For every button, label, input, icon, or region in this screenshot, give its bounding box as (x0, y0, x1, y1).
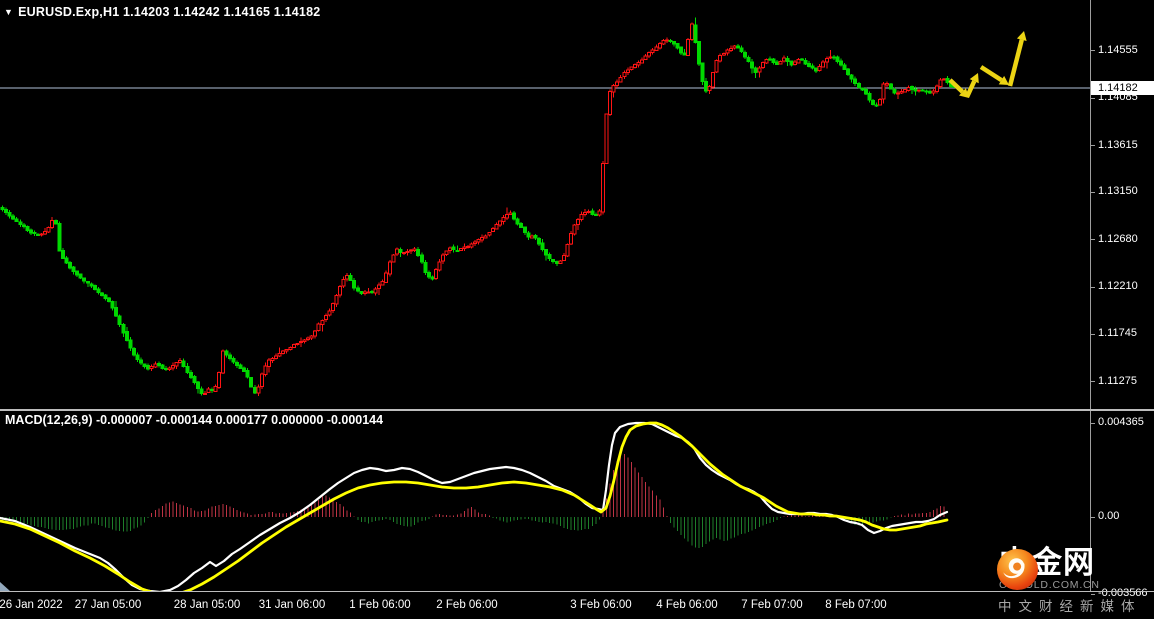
time-axis-label: 7 Feb 07:00 (741, 599, 803, 611)
price-tick-label: 1.14555 (1098, 43, 1138, 56)
price-tick-mark (1091, 98, 1095, 99)
chart-header: ▼ EURUSD.Exp,H1 1.14203 1.14242 1.14165 1… (4, 5, 320, 19)
time-axis-label: 1 Feb 06:00 (349, 599, 411, 611)
cngold-logo-icon (996, 548, 1039, 591)
price-tick-mark (1091, 50, 1095, 51)
cngold-watermark: 中金网 CNGOLD.COM.CN 中文财经新媒体 (996, 547, 1154, 614)
candlestick-chart[interactable] (0, 0, 1090, 409)
symbol-dropdown-icon[interactable]: ▼ (4, 7, 13, 17)
price-tick-mark (1091, 381, 1095, 382)
time-axis-label: 31 Jan 06:00 (258, 599, 326, 611)
axis-divider (0, 591, 1154, 592)
time-axis-label: 3 Feb 06:00 (570, 599, 632, 611)
macd-tick-label: 0.00 (1098, 510, 1120, 523)
price-tick-label: 1.11745 (1098, 327, 1137, 340)
price-tick-mark (1091, 287, 1095, 288)
symbol-timeframe-label: EURUSD.Exp,H1 (18, 5, 120, 19)
time-axis-label: 2 Feb 06:00 (436, 599, 498, 611)
price-tick-label: 1.12210 (1098, 280, 1138, 293)
price-tick-label: 1.13150 (1098, 185, 1138, 198)
price-tick-mark (1091, 239, 1095, 240)
time-axis-label: 28 Jan 05:00 (173, 599, 241, 611)
macd-tick-mark (1091, 517, 1095, 518)
macd-indicator-label: MACD(12,26,9) (5, 413, 93, 427)
time-axis-label: 4 Feb 06:00 (656, 599, 718, 611)
macd-indicator-pane[interactable] (0, 411, 1090, 591)
price-tick-mark (1091, 334, 1095, 335)
time-axis-label: 8 Feb 07:00 (825, 599, 887, 611)
trading-chart-window: ▼ EURUSD.Exp,H1 1.14203 1.14242 1.14165 1… (0, 0, 1154, 619)
price-tick-label: 1.13615 (1098, 138, 1138, 151)
time-axis-label: 26 Jan 2022 (0, 599, 63, 611)
watermark-tagline: 中文财经新媒体 (998, 599, 1142, 614)
ohlc-values: 1.14203 1.14242 1.14165 1.14182 (123, 5, 321, 19)
price-tick-mark (1091, 192, 1095, 193)
time-axis-label: 27 Jan 05:00 (74, 599, 142, 611)
current-price-tag: 1.14182 (1091, 80, 1154, 95)
pane-divider[interactable] (0, 409, 1154, 411)
macd-tick-mark (1091, 423, 1095, 424)
price-tick-label: 1.11275 (1098, 374, 1137, 387)
macd-header: MACD(12,26,9) -0.000007 -0.000144 0.0001… (5, 413, 383, 427)
price-tick-label: 1.12680 (1098, 232, 1138, 245)
macd-tick-label: 0.004365 (1098, 416, 1144, 429)
price-tick-mark (1091, 145, 1095, 146)
macd-values: -0.000007 -0.000144 0.000177 0.000000 -0… (96, 413, 384, 427)
time-axis[interactable]: 26 Jan 2022 27 Jan 05:00 28 Jan 05:00 31 Ja… (0, 592, 1154, 619)
